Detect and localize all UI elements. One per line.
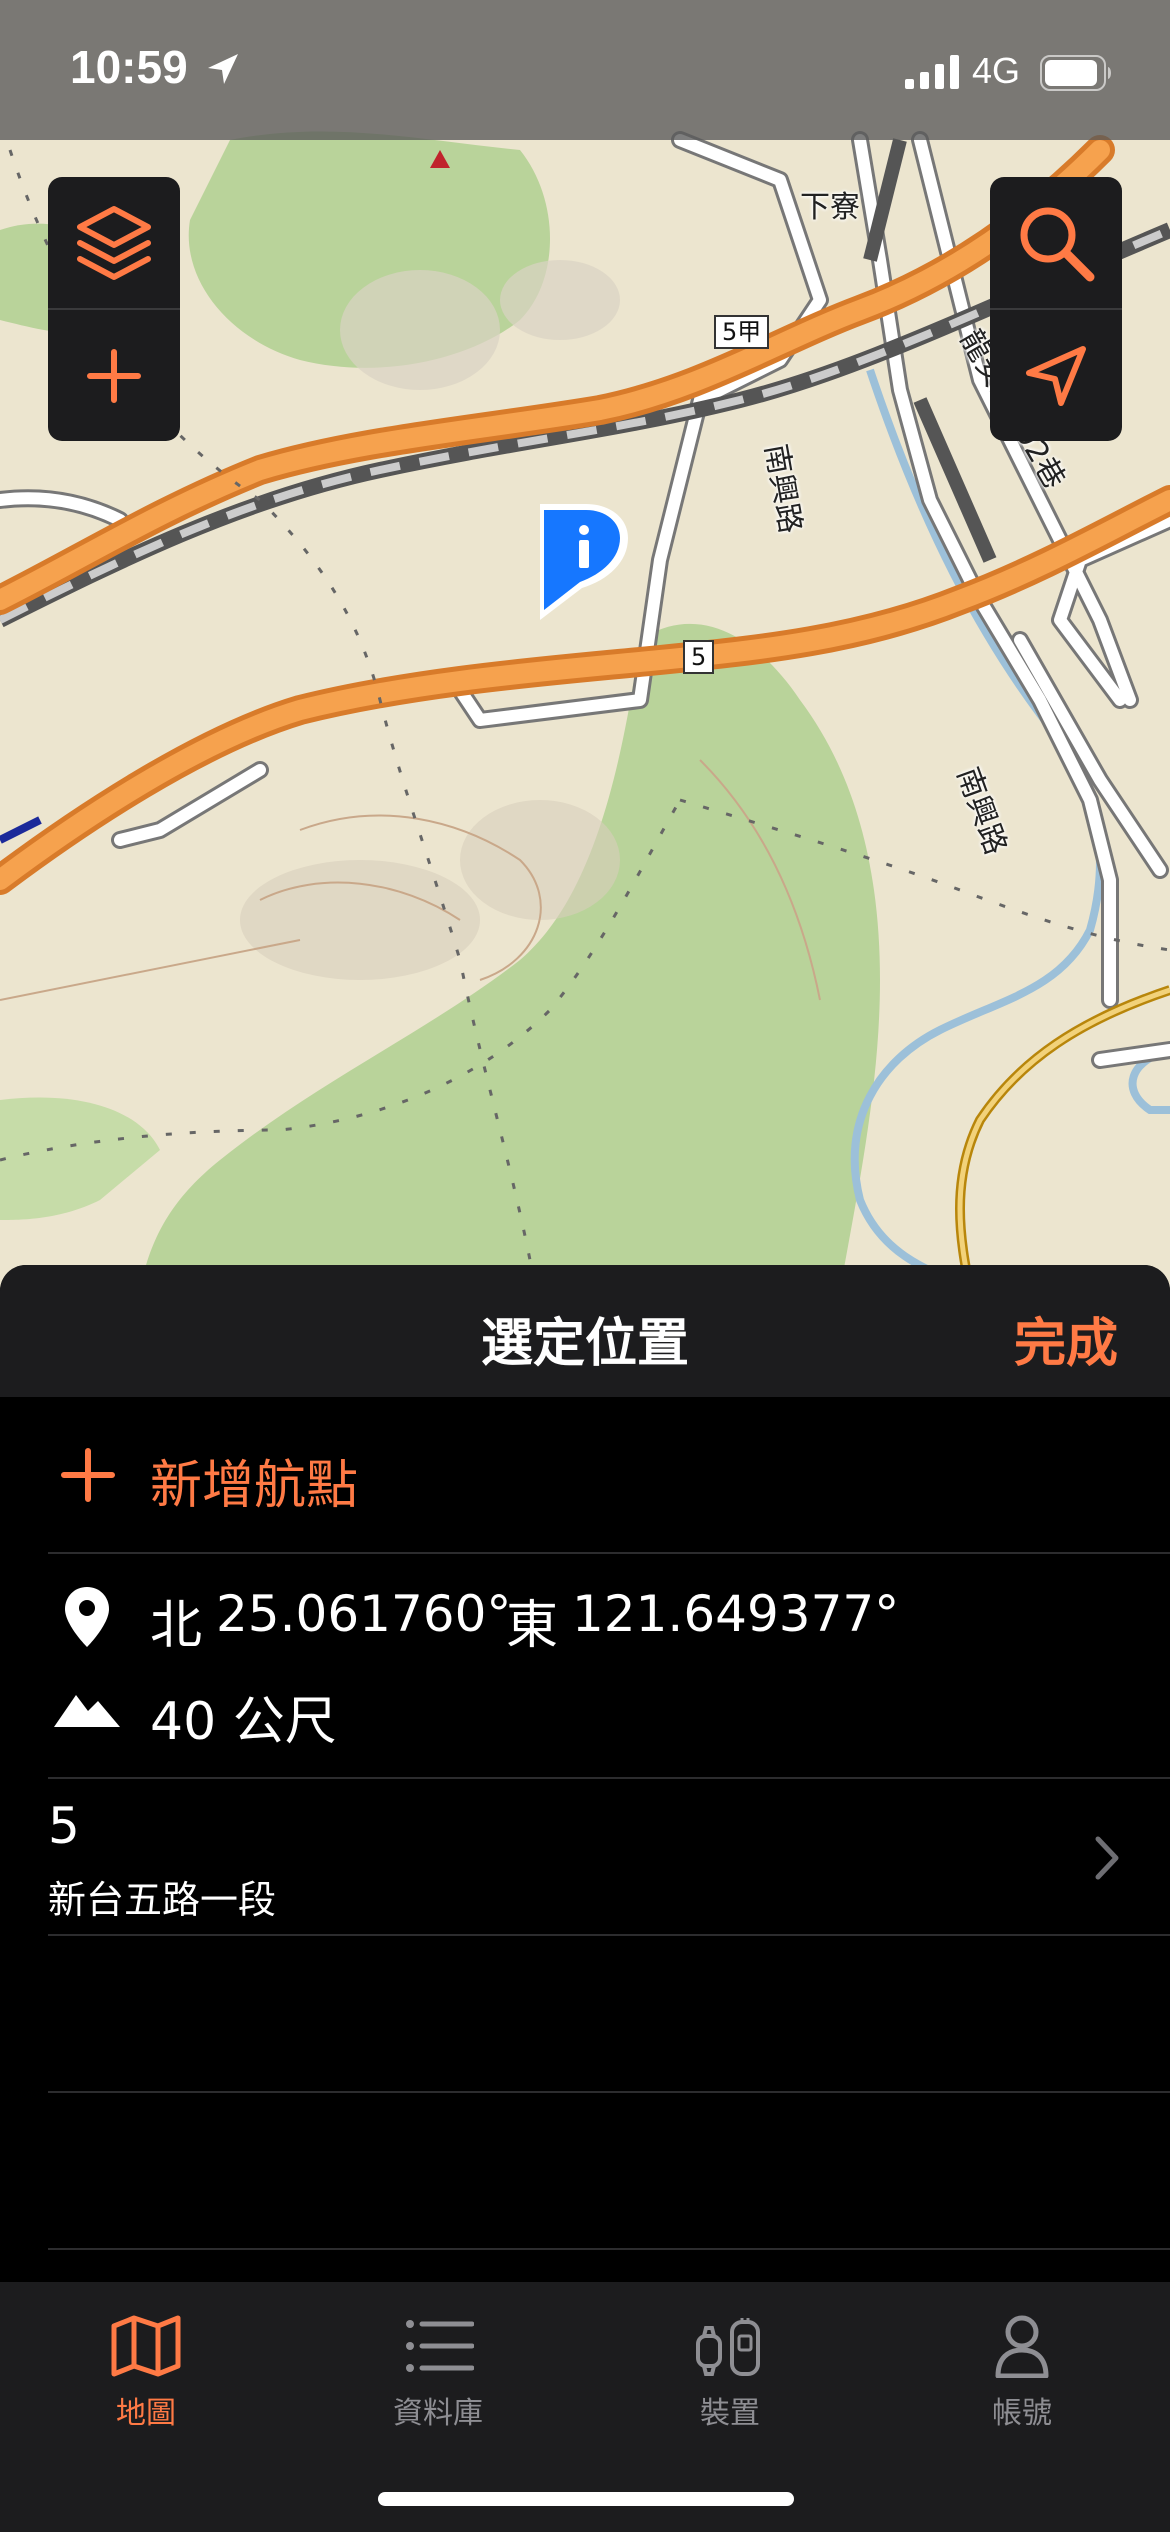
divider bbox=[48, 2248, 1170, 2250]
map-left-controls bbox=[48, 177, 180, 441]
layers-button[interactable] bbox=[48, 177, 180, 308]
tab-label: 地圖 bbox=[116, 2396, 176, 2431]
tab-label: 資料庫 bbox=[393, 2396, 483, 2431]
location-pin-icon bbox=[65, 1587, 109, 1647]
add-waypoint-row[interactable]: 新增航點 bbox=[0, 1397, 1170, 1547]
device-icon bbox=[696, 2318, 760, 2376]
elevation-value: 40 公尺 bbox=[150, 1692, 337, 1752]
longitude-prefix: 東 bbox=[506, 1596, 559, 1656]
map-view[interactable]: 下寮 5甲 5 南興路 南興路 龍安路102巷 bbox=[0, 0, 1170, 1290]
longitude-value: 121.649377° bbox=[572, 1585, 900, 1643]
status-time: 10:59 bbox=[70, 41, 188, 93]
done-button[interactable]: 完成 bbox=[1014, 1301, 1118, 1376]
status-bar: 10:59 4G bbox=[0, 0, 1170, 140]
latitude-prefix: 北 bbox=[150, 1596, 203, 1656]
screen: 下寮 5甲 5 南興路 南興路 龍安路102巷 bbox=[0, 0, 1170, 2532]
list-icon bbox=[406, 2320, 474, 2372]
divider bbox=[48, 2091, 1170, 2093]
divider bbox=[48, 1552, 1170, 1554]
route-shield-5jia: 5甲 bbox=[714, 315, 770, 349]
route-shield-5: 5 bbox=[683, 640, 715, 674]
info-marker-icon[interactable] bbox=[530, 500, 630, 630]
map-label-xialiao: 下寮 bbox=[800, 190, 860, 225]
tab-label: 帳號 bbox=[992, 2396, 1052, 2431]
tab-map[interactable]: 地圖 bbox=[0, 2302, 292, 2452]
coordinates-row: 北 25.061760° 東 121.649377° bbox=[0, 1555, 1170, 1656]
chevron-right-icon bbox=[1095, 1836, 1119, 1880]
road-number: 5 bbox=[48, 1797, 80, 1855]
map-icon bbox=[111, 2315, 181, 2377]
tab-label: 裝置 bbox=[700, 2396, 760, 2431]
tab-account[interactable]: 帳號 bbox=[876, 2302, 1168, 2452]
home-indicator[interactable] bbox=[378, 2492, 794, 2506]
road-info-row[interactable]: 5 新台五路一段 bbox=[0, 1779, 1170, 1934]
network-type: 4G bbox=[972, 50, 1021, 91]
sheet-header: 選定位置 完成 bbox=[0, 1265, 1170, 1397]
road-name: 新台五路一段 bbox=[48, 1878, 277, 1922]
plus-icon bbox=[87, 348, 141, 403]
tab-library[interactable]: 資料庫 bbox=[292, 2302, 584, 2452]
search-button[interactable] bbox=[990, 177, 1122, 308]
sheet-title: 選定位置 bbox=[480, 1314, 689, 1374]
battery-icon bbox=[1040, 55, 1111, 91]
person-icon bbox=[995, 2315, 1049, 2378]
locate-button[interactable] bbox=[990, 308, 1122, 441]
add-button[interactable] bbox=[48, 308, 180, 441]
divider bbox=[48, 1934, 1170, 1936]
add-waypoint-label: 新增航點 bbox=[150, 1456, 359, 1516]
layers-icon bbox=[77, 205, 151, 280]
cellular-signal-icon bbox=[905, 55, 959, 89]
navigation-arrow-icon bbox=[1026, 345, 1086, 406]
mountain-icon bbox=[54, 1695, 120, 1727]
latitude-value: 25.061760° bbox=[216, 1585, 512, 1643]
map-right-controls bbox=[990, 177, 1122, 441]
location-services-icon bbox=[208, 54, 238, 84]
search-icon bbox=[1020, 207, 1095, 281]
selected-location-sheet: 選定位置 完成 新增航點 北 25.061760° 東 121.649377° bbox=[0, 1265, 1170, 2282]
elevation-row: 40 公尺 bbox=[0, 1655, 1170, 1755]
tab-devices[interactable]: 裝置 bbox=[584, 2302, 876, 2452]
plus-icon bbox=[61, 1448, 115, 1502]
